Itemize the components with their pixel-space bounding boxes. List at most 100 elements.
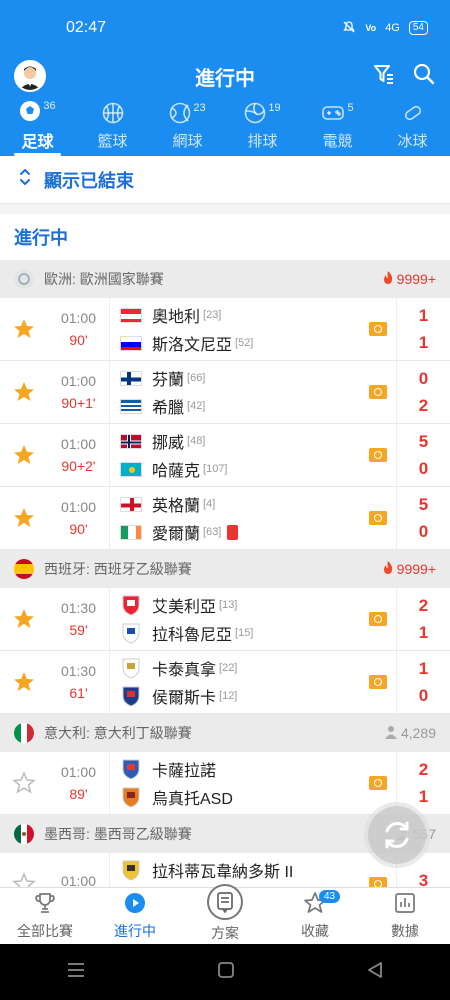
match-row[interactable]: 01:00 89' 卡薩拉諾 烏真托ASD 2 1 — [0, 752, 450, 815]
away-team-name: 烏真托ASD — [152, 791, 233, 808]
live-stream-icon[interactable] — [360, 361, 396, 423]
favorite-star-icon[interactable] — [0, 651, 48, 713]
live-stream-icon[interactable] — [360, 298, 396, 360]
league-flag-icon — [14, 559, 34, 579]
tab-football[interactable]: 36 足球 — [0, 96, 75, 156]
tab-basketball[interactable]: 籃球 — [75, 96, 150, 156]
match-score: 5 0 — [396, 487, 450, 549]
trophy-icon — [33, 891, 57, 918]
signal-icon: 4G — [385, 22, 400, 34]
show-ended-toggle[interactable]: 顯示已結束 — [0, 156, 450, 204]
team-flag-icon — [120, 461, 142, 477]
home-team: 芬蘭 [66] — [120, 367, 360, 389]
match-minute: 89' — [69, 786, 88, 802]
nav-all-matches[interactable]: 全部比賽 — [0, 888, 90, 944]
away-team-rank: [107] — [203, 463, 228, 475]
favorite-star-icon[interactable] — [0, 487, 48, 549]
live-stream-icon[interactable] — [360, 588, 396, 650]
team-badge-icon — [120, 657, 142, 679]
favorite-star-icon[interactable] — [0, 588, 48, 650]
nav-label: 數據 — [391, 923, 419, 939]
nav-label: 方案 — [211, 924, 239, 941]
volte-icon: Vo — [365, 23, 377, 33]
tab-hockey[interactable]: 冰球 — [375, 96, 450, 156]
team-badge-icon — [120, 622, 142, 644]
home-team-rank: [23] — [203, 309, 222, 321]
favorite-star-icon[interactable] — [0, 752, 48, 814]
away-team: 侯爾斯卡 [12] — [120, 685, 360, 707]
league-name: 墨西哥: 墨西哥乙級聯賽 — [44, 826, 192, 842]
tab-label: 排球 — [247, 132, 278, 150]
filter-icon[interactable] — [372, 62, 396, 91]
tab-volleyball[interactable]: 19 排球 — [225, 96, 300, 156]
team-flag-icon — [120, 370, 142, 386]
match-row[interactable]: 01:00 90+1' 芬蘭 [66] 希臘 [42] 0 2 — [0, 361, 450, 424]
home-score: 1 — [418, 305, 429, 325]
away-team: 烏真托ASD — [120, 786, 360, 808]
nav-favorites[interactable]: 43 收藏 — [270, 888, 360, 944]
away-team-rank: [52] — [235, 337, 254, 349]
live-stream-icon[interactable] — [360, 752, 396, 814]
back-icon[interactable] — [366, 961, 384, 984]
match-score: 1 1 — [396, 298, 450, 360]
tab-label: 網球 — [172, 132, 203, 150]
app-header: 進行中 — [0, 56, 450, 96]
match-minute: 61' — [69, 685, 88, 701]
away-score: 0 — [418, 685, 429, 705]
search-icon[interactable] — [412, 62, 436, 91]
tab-label: 冰球 — [397, 132, 428, 150]
refresh-float-button[interactable] — [368, 806, 426, 864]
play-icon — [123, 891, 147, 918]
league-stat-value: 9999+ — [396, 271, 436, 287]
football-icon — [19, 100, 41, 127]
system-nav-bar — [0, 944, 450, 1000]
match-score: 2 1 — [396, 752, 450, 814]
nav-data[interactable]: 數據 — [360, 888, 450, 944]
match-row[interactable]: 01:00 90+2' 挪威 [48] 哈薩克 [107] 5 0 — [0, 424, 450, 487]
tab-esports[interactable]: 5 電競 — [300, 96, 375, 156]
volleyball-icon — [244, 102, 266, 129]
league-header[interactable]: 西班牙: 西班牙乙級聯賽 9999+ — [0, 550, 450, 588]
away-team-name: 愛爾蘭 — [152, 526, 201, 543]
menu-icon[interactable] — [66, 962, 86, 983]
away-team-name: 拉科魯尼亞 — [152, 627, 233, 644]
match-row[interactable]: 01:00 90' 奧地利 [23] 斯洛文尼亞 [52] 1 1 — [0, 298, 450, 361]
nav-plans[interactable]: 方案 — [180, 883, 270, 944]
tab-tennis[interactable]: 23 網球 — [150, 96, 225, 156]
top-bar: 02:47 Vo 4G 54 進行中 36 足球 籃球 23 網球 19 排球 … — [0, 0, 450, 156]
match-minute: 90' — [69, 332, 88, 348]
tennis-icon — [169, 102, 191, 129]
home-score: 5 — [418, 431, 429, 451]
favorite-star-icon[interactable] — [0, 361, 48, 423]
team-flag-icon — [120, 335, 142, 351]
favorite-star-icon[interactable] — [0, 298, 48, 360]
live-stream-icon[interactable] — [360, 487, 396, 549]
fire-icon — [382, 560, 394, 578]
away-score: 1 — [418, 622, 429, 642]
status-bar: 02:47 Vo 4G 54 — [0, 0, 450, 56]
basketball-icon — [102, 102, 124, 129]
match-row[interactable]: 01:30 61' 卡泰真拿 [22] 侯爾斯卡 [12] 1 0 — [0, 651, 450, 714]
match-time: 01:00 90' — [48, 487, 110, 549]
avatar[interactable] — [14, 60, 46, 92]
tab-count: 19 — [268, 101, 281, 114]
tab-label: 足球 — [21, 134, 54, 151]
live-stream-icon[interactable] — [360, 424, 396, 486]
team-badge-icon — [120, 685, 142, 707]
home-team-name: 芬蘭 — [152, 372, 185, 389]
team-badge-icon — [120, 758, 142, 780]
match-row[interactable]: 01:30 59' 艾美利亞 [13] 拉科魯尼亞 [15] 2 1 — [0, 588, 450, 651]
league-header[interactable]: 歐洲: 歐洲國家聯賽 9999+ — [0, 260, 450, 298]
home-score: 0 — [418, 368, 429, 388]
bottom-nav: 全部比賽 進行中 方案 43 收藏 數據 — [0, 883, 450, 944]
away-team-rank: [63] — [203, 526, 222, 538]
home-icon[interactable] — [217, 961, 235, 984]
league-header[interactable]: 意大利: 意大利丁級聯賽 4,289 — [0, 714, 450, 752]
live-stream-icon[interactable] — [360, 651, 396, 713]
favorite-star-icon[interactable] — [0, 424, 48, 486]
nav-live[interactable]: 進行中 — [90, 888, 180, 944]
away-team-name: 侯爾斯卡 — [152, 690, 217, 707]
match-row[interactable]: 01:00 90' 英格蘭 [4] 愛爾蘭 [63] 5 0 — [0, 487, 450, 550]
match-time: 01:00 90' — [48, 298, 110, 360]
away-team: 愛爾蘭 [63] — [120, 521, 360, 543]
